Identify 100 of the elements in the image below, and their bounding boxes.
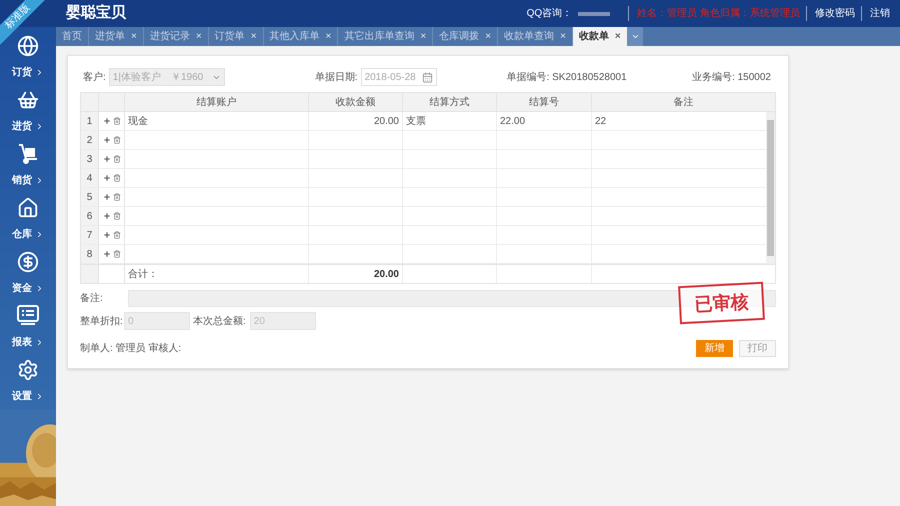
header-link[interactable]: 修改密码 (806, 6, 855, 21)
sidebar-label: 订货 (12, 66, 32, 80)
remark-label: 备注: (80, 292, 104, 306)
sidebar-item[interactable]: 销货 (0, 143, 56, 188)
customer-label: 客户: (83, 70, 106, 84)
basket-icon (17, 89, 39, 111)
tab[interactable]: 其它出库单查询 × (338, 27, 434, 46)
sidebar-label: 销货 (12, 174, 32, 188)
tab-label: 仓库调拨 (439, 30, 480, 44)
redacted-number (578, 12, 610, 16)
tab-label: 收款单查询 (504, 30, 554, 44)
add-row-icon[interactable] (102, 136, 110, 144)
tab[interactable]: 收款单 × (572, 27, 628, 46)
close-icon[interactable]: × (250, 29, 257, 44)
row-number: 7 (81, 226, 99, 244)
tab-label: 进货记录 (150, 30, 190, 44)
close-icon[interactable]: × (614, 29, 621, 44)
tab-label: 首页 (62, 30, 82, 44)
table-cell-text: 支票 (406, 114, 426, 128)
tab[interactable]: 进货单 × (89, 27, 144, 46)
sidebar-item[interactable]: 设置 (0, 359, 56, 404)
row-number: 8 (81, 245, 99, 263)
table-cell-text: 现金 (128, 114, 148, 128)
close-icon[interactable]: × (196, 29, 202, 44)
add-button[interactable]: 新增 (696, 340, 733, 356)
total-label: 合计： (128, 268, 158, 282)
delete-row-icon[interactable] (112, 136, 120, 144)
customer-select[interactable]: 1|体验客户 ￥1960 (108, 68, 225, 86)
scrollbar[interactable] (766, 112, 775, 264)
add-row-icon[interactable] (102, 231, 110, 239)
settings-icon (17, 359, 39, 381)
app-logo: 婴聪宝贝 (66, 3, 126, 24)
total-amount-label: 本次总金额: (193, 314, 246, 328)
column-header: 收款金额 (336, 96, 376, 110)
total-amount: 20.00 (374, 268, 399, 282)
business-number: 业务编号: 150002 (692, 70, 771, 84)
row-number: 2 (81, 131, 99, 149)
globe-icon (17, 35, 39, 57)
close-icon[interactable]: × (420, 29, 426, 44)
add-row-icon[interactable] (102, 212, 110, 220)
date-label: 单据日期: (314, 70, 358, 84)
sidebar-item[interactable]: 仓库 (0, 197, 56, 242)
tab[interactable]: 仓库调拨 × (433, 27, 498, 46)
tab-label: 收款单 (578, 30, 609, 44)
sidebar-label: 资金 (12, 282, 32, 296)
tab[interactable]: 其他入库单 × (264, 27, 338, 46)
qq-label: QQ咨询： (526, 7, 572, 21)
customer-value: 1|体验客户 ￥1960 (112, 70, 204, 84)
sidebar-item[interactable]: 资金 (0, 251, 56, 296)
maker-info: 制单人: 管理员 审核人: (80, 342, 182, 356)
tab-label: 其他入库单 (270, 30, 320, 44)
delete-row-icon[interactable] (112, 174, 120, 182)
add-row-icon[interactable] (102, 117, 110, 125)
document-number: 单据编号: SK20180528001 (506, 70, 627, 84)
calendar-icon[interactable] (422, 72, 433, 82)
delete-row-icon[interactable] (112, 117, 120, 125)
close-icon[interactable]: × (131, 29, 137, 44)
row-number: 4 (81, 169, 99, 187)
add-row-icon[interactable] (102, 250, 110, 258)
delete-row-icon[interactable] (112, 212, 120, 220)
user-info: 姓名：管理员 角色归属：系统管理员 (628, 6, 800, 21)
chevron-right-icon (35, 68, 44, 77)
chevron-right-icon (35, 122, 44, 131)
delete-row-icon[interactable] (112, 155, 120, 163)
sidebar-label: 仓库 (12, 227, 32, 242)
chevron-right-icon (35, 284, 44, 293)
close-icon[interactable]: × (485, 29, 492, 44)
close-icon[interactable]: × (326, 29, 332, 44)
tab[interactable]: 首页 (56, 27, 89, 46)
add-row-icon[interactable] (102, 155, 110, 163)
dollar-icon (17, 251, 39, 273)
date-field[interactable]: 2018-05-28 (360, 68, 437, 86)
header-link[interactable]: 注销 (861, 6, 890, 21)
column-header: 备注 (674, 96, 694, 110)
sidebar-label: 进货 (12, 120, 32, 134)
tab-label: 其它出库单查询 (344, 30, 414, 44)
list-screen-icon (17, 305, 39, 325)
tab[interactable]: 进货记录 × (144, 27, 209, 46)
delete-row-icon[interactable] (112, 231, 120, 239)
table-cell-text: 22 (595, 114, 606, 128)
print-button[interactable]: 打印 (739, 340, 776, 356)
date-value: 2018-05-28 (364, 70, 416, 84)
close-icon[interactable]: × (560, 29, 566, 44)
column-header: 结算方式 (430, 96, 470, 110)
discount-label: 整单折扣: (80, 314, 124, 328)
row-number: 6 (81, 207, 99, 225)
sidebar-item[interactable]: 进货 (0, 89, 56, 134)
chevron-right-icon (35, 230, 44, 239)
table-cell-text: 20.00 (374, 114, 399, 128)
tab[interactable]: 订货单 × (208, 27, 264, 46)
sidebar-item[interactable]: 报表 (0, 305, 56, 350)
table-cell-text: 22.00 (500, 114, 526, 128)
approved-stamp: 已审核 (678, 282, 765, 324)
tab-label: 进货单 (95, 30, 125, 44)
row-number: 3 (81, 150, 99, 168)
delete-row-icon[interactable] (112, 193, 120, 201)
delete-row-icon[interactable] (112, 250, 120, 258)
add-row-icon[interactable] (102, 174, 110, 182)
add-row-icon[interactable] (102, 193, 110, 201)
house-icon (17, 197, 39, 219)
